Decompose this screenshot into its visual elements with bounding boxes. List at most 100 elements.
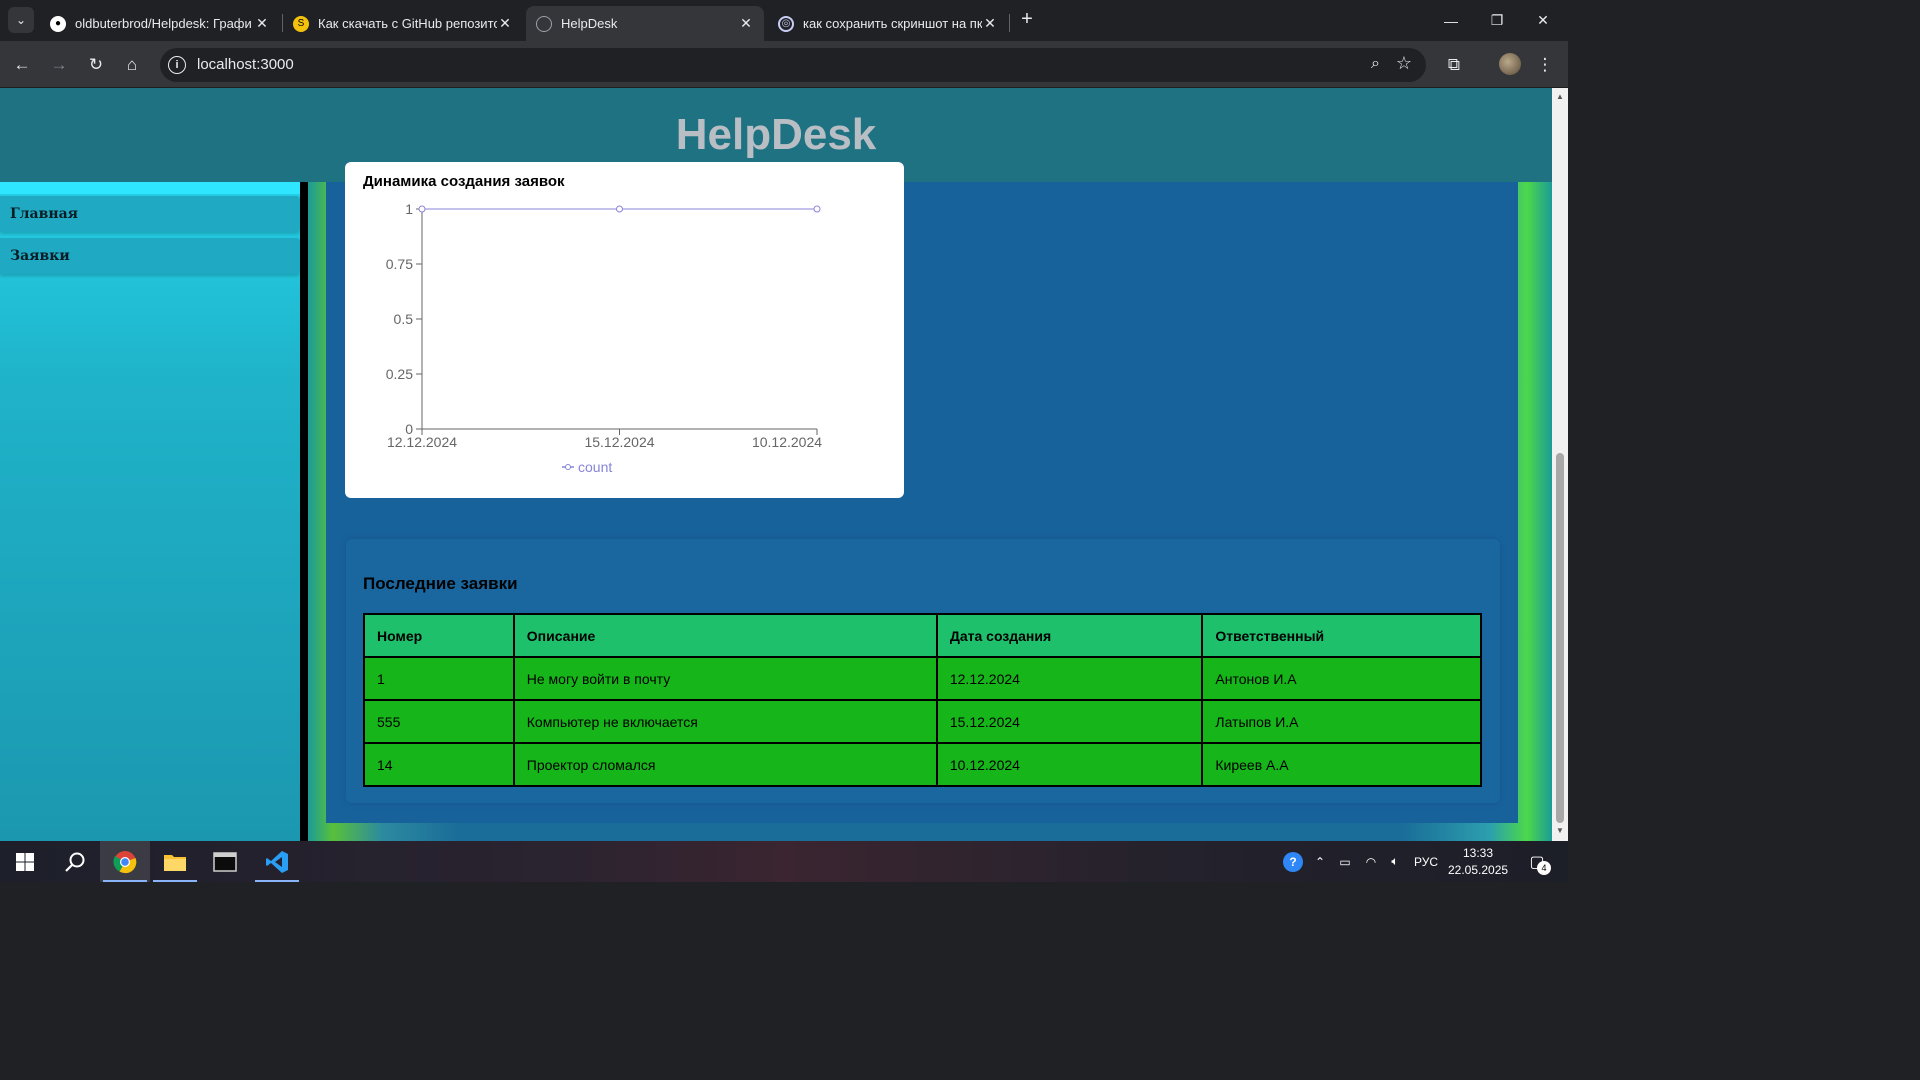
- cell-description: Проектор сломался: [512, 742, 938, 787]
- data-point: [616, 205, 623, 213]
- sidebar-top-strip: [0, 182, 300, 194]
- sidebar-item-label: Главная: [10, 206, 78, 222]
- url-text: localhost:3000: [197, 56, 294, 73]
- bookmark-star-icon[interactable]: ☆: [1396, 53, 1412, 74]
- x-tick-label: 10.12.2024: [752, 434, 822, 450]
- tickets-table: Номер Описание Дата создания Ответственн…: [363, 613, 1482, 787]
- folder-icon: [164, 854, 186, 871]
- recent-tickets-title: Последние заявки: [363, 574, 518, 593]
- battery-icon[interactable]: ▭: [1334, 841, 1356, 882]
- windows-taskbar: ? ⌃ ▭ ◠ 🔈︎ РУС 13:33 22.05.2025 ▢ 4: [0, 841, 1568, 882]
- close-icon[interactable]: ✕: [738, 15, 754, 32]
- terminal-icon: [213, 851, 237, 872]
- clock[interactable]: 13:33 22.05.2025: [1448, 845, 1508, 879]
- active-indicator: [103, 880, 147, 882]
- table-row[interactable]: 1 Не могу войти в почту 12.12.2024 Антон…: [363, 656, 1482, 701]
- new-tab-button[interactable]: +: [1016, 9, 1038, 31]
- restore-button[interactable]: ❐: [1474, 0, 1520, 41]
- menu-kebab-icon[interactable]: ⋮: [1533, 53, 1557, 77]
- close-icon[interactable]: ✕: [497, 15, 513, 32]
- cell-assignee: Киреев А.А: [1201, 742, 1482, 787]
- app-title: HelpDesk: [675, 110, 877, 159]
- home-button[interactable]: ⌂: [120, 53, 144, 77]
- scroll-down-arrow-icon[interactable]: ▼: [1555, 826, 1565, 835]
- tab-github[interactable]: ● oldbuterbrod/Helpdesk: Графи ✕: [40, 6, 280, 41]
- clock-date: 22.05.2025: [1448, 863, 1509, 877]
- taskbar-file-explorer[interactable]: [150, 841, 200, 882]
- taskbar-search-button[interactable]: [50, 841, 100, 882]
- cell-assignee: Антонов И.А: [1201, 656, 1482, 701]
- sidebar: Главная Заявки: [0, 182, 300, 841]
- y-tick-label: 0.25: [386, 366, 413, 382]
- table-row[interactable]: 14 Проектор сломался 10.12.2024 Киреев А…: [363, 742, 1482, 787]
- taskbar-vscode[interactable]: [252, 841, 302, 882]
- sidebar-item-tickets[interactable]: Заявки: [0, 238, 300, 274]
- tab-github-download[interactable]: S Как скачать с GitHub репозито ✕: [283, 6, 523, 41]
- cell-created: 15.12.2024: [935, 699, 1204, 744]
- line-chart: 00.250.50.75112.12.2024 15.12.2024 10.12.2…: [386, 201, 822, 475]
- column-header-number: Номер: [363, 613, 515, 658]
- language-indicator[interactable]: РУС: [1410, 841, 1442, 882]
- address-bar[interactable]: i localhost:3000 ⌕ ☆: [160, 48, 1426, 82]
- scrollbar-thumb[interactable]: [1556, 453, 1564, 823]
- wifi-icon[interactable]: ◠: [1360, 841, 1382, 882]
- tab-title: oldbuterbrod/Helpdesk: Графи: [75, 16, 252, 31]
- taskbar-chrome[interactable]: [100, 841, 150, 882]
- table-row[interactable]: 555 Компьютер не включается 15.12.2024 Л…: [363, 699, 1482, 744]
- sidebar-item-home[interactable]: Главная: [0, 196, 300, 232]
- help-tray-icon[interactable]: ?: [1280, 841, 1306, 882]
- data-point: [418, 205, 426, 213]
- page-viewport: HelpDesk Главная Заявки Динамика создани…: [0, 88, 1552, 841]
- tab-title: как сохранить скриншот на пк: [803, 16, 982, 31]
- cell-number: 14: [363, 742, 515, 787]
- search-icon: [65, 852, 85, 872]
- forward-button[interactable]: →: [47, 53, 71, 77]
- vscode-icon: [266, 850, 288, 873]
- start-button[interactable]: [0, 841, 50, 882]
- content-panel: Динамика создания заявок 0 0.25 0.5 0.75 1 12…: [326, 162, 1518, 823]
- back-button[interactable]: ←: [10, 53, 34, 77]
- cell-number: 555: [363, 699, 515, 744]
- close-window-button[interactable]: ✕: [1520, 0, 1566, 41]
- minimize-button[interactable]: —: [1428, 0, 1474, 41]
- extensions-icon[interactable]: ⧉: [1442, 53, 1466, 77]
- close-icon[interactable]: ✕: [254, 15, 270, 32]
- column-header-created: Дата создания: [935, 613, 1204, 658]
- scroll-up-arrow-icon[interactable]: ▲: [1555, 92, 1565, 101]
- y-tick-label: 0.75: [386, 256, 413, 272]
- notification-count: 4: [1537, 861, 1551, 875]
- site-info-icon[interactable]: i: [168, 56, 186, 74]
- data-point: [813, 205, 821, 213]
- cell-created: 12.12.2024: [935, 656, 1204, 701]
- tab-separator: [1009, 14, 1010, 32]
- tab-search-button[interactable]: ⌄: [8, 7, 34, 33]
- x-tick-label: 12.12.2024: [387, 434, 457, 450]
- sidebar-divider: [300, 182, 308, 841]
- page-scrollbar[interactable]: ▲ ▼: [1552, 88, 1568, 841]
- cell-created: 10.12.2024: [935, 742, 1204, 787]
- reload-button[interactable]: ↻: [84, 53, 108, 77]
- cell-description: Компьютер не включается: [512, 699, 938, 744]
- notifications-button[interactable]: ▢ 4: [1522, 841, 1552, 882]
- browser-tab-bar: ⌄ ● oldbuterbrod/Helpdesk: Графи ✕ S Как…: [0, 0, 1568, 41]
- x-tick-label: 15.12.2024: [584, 434, 654, 450]
- column-header-assignee: Ответственный: [1201, 613, 1482, 658]
- clock-time: 13:33: [1462, 846, 1494, 860]
- cell-number: 1: [363, 656, 515, 701]
- zoom-icon[interactable]: ⌕: [1371, 55, 1380, 73]
- sidebar-item-label: Заявки: [10, 248, 70, 264]
- legend-label: count: [578, 459, 612, 475]
- chevron-up-icon[interactable]: ⌃: [1310, 841, 1330, 882]
- taskbar-terminal[interactable]: [200, 841, 250, 882]
- volume-icon[interactable]: 🔈︎: [1384, 841, 1406, 882]
- recent-tickets-card: Последние заявки Номер Описание Дата соз…: [346, 539, 1500, 803]
- tab-screenshot-search[interactable]: ◎ как сохранить скриншот на пк ✕: [768, 6, 1008, 41]
- chart-card: Динамика создания заявок 0 0.25 0.5 0.75 1 12…: [345, 162, 904, 498]
- profile-avatar[interactable]: [1499, 53, 1521, 75]
- main-content: Динамика создания заявок 0 0.25 0.5 0.75 1 12…: [308, 162, 1552, 841]
- legend-swatch-point: [565, 464, 571, 470]
- y-tick-label: 0.5: [394, 311, 414, 327]
- tab-title: HelpDesk: [561, 16, 618, 31]
- tab-helpdesk[interactable]: HelpDesk ✕: [526, 6, 764, 41]
- close-icon[interactable]: ✕: [982, 15, 998, 32]
